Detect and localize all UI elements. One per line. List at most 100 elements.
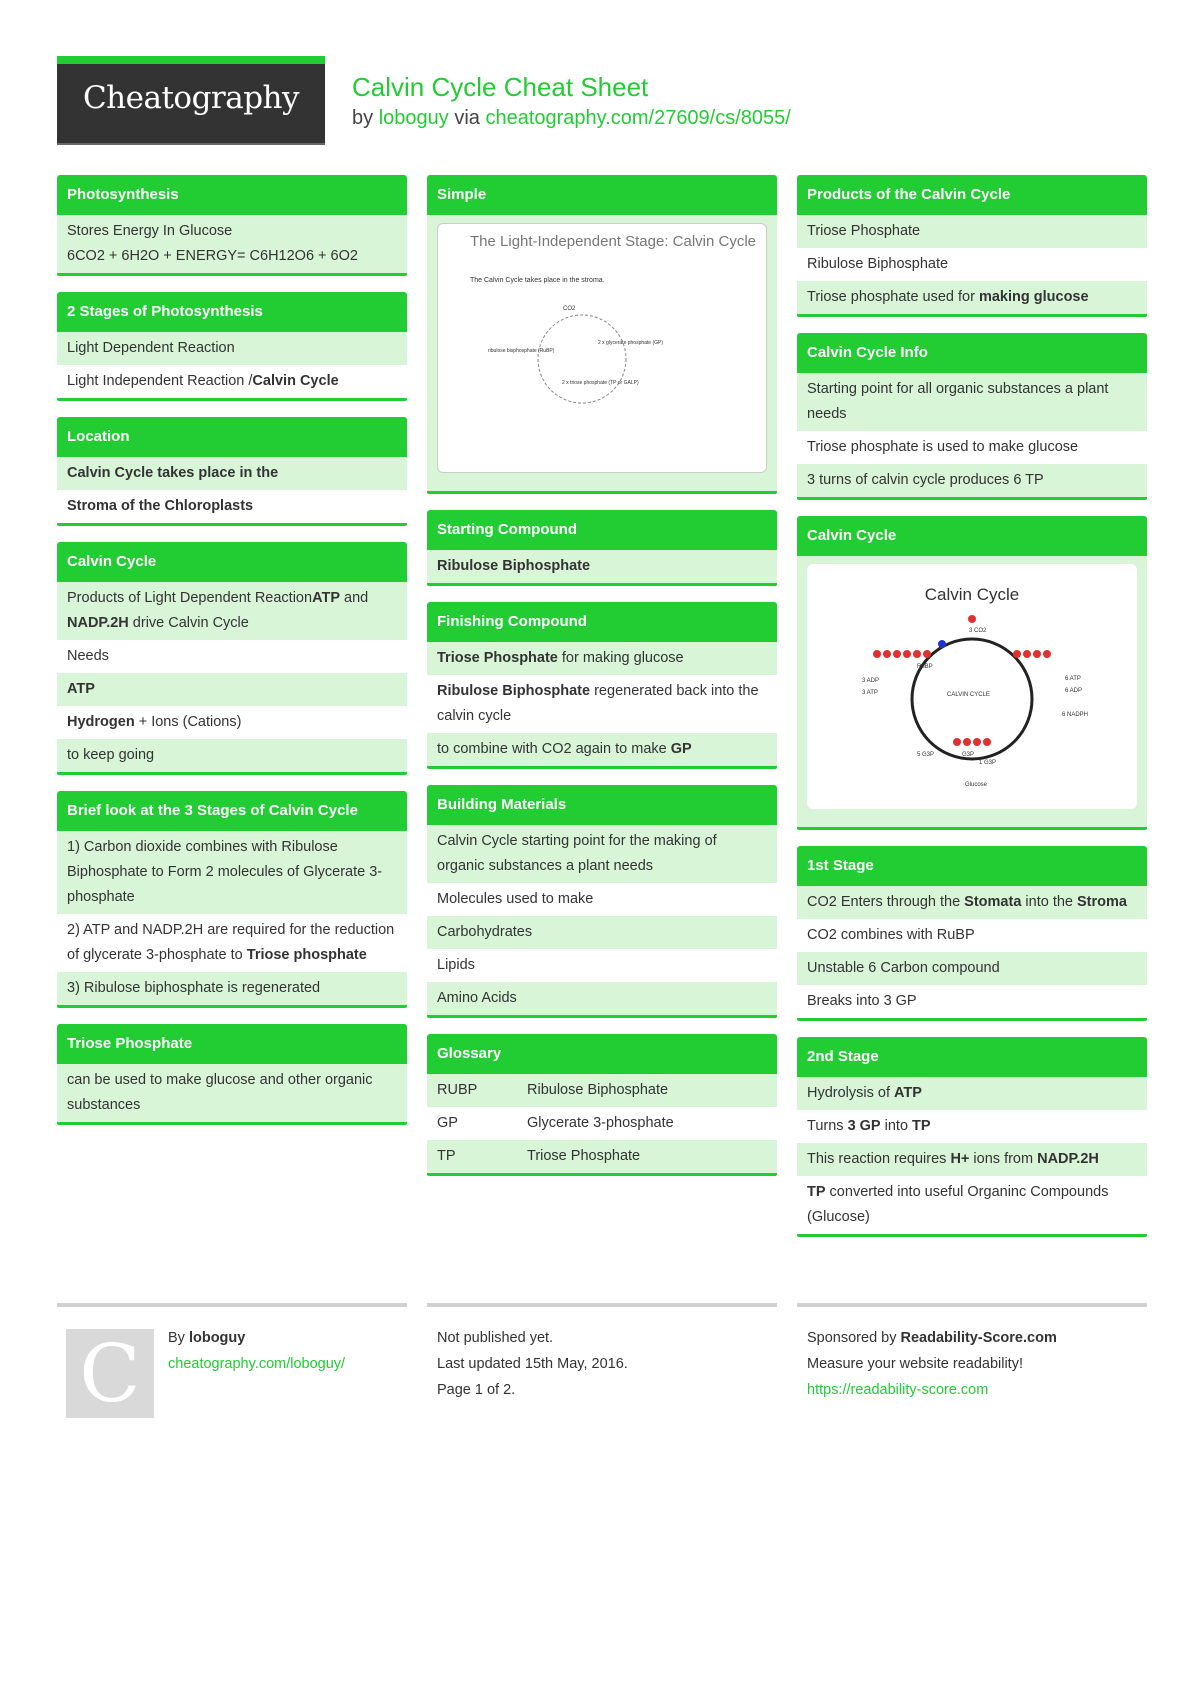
carbon-atom [903,650,911,658]
bold-text: ATP [312,590,340,606]
text: 3) Ribulose biphosphate is regenerated [67,980,321,996]
bold-text: 3 GP [847,1118,881,1134]
text: Triose phosphate used for [807,289,979,305]
text: Molecules used to make [437,891,594,907]
diagram-title: The Light-Independent Stage: Calvin Cycl… [470,233,756,250]
list-item: Stores Energy In Glucose 6CO2 + 6H2O + EN… [57,215,407,273]
cheatography-logo[interactable]: Cheatography [57,56,325,145]
row-line: Breaks into 3 GP [807,989,1137,1014]
footer-divider [57,1303,407,1307]
text: converted into useful Organinc Compounds… [807,1184,1109,1225]
cycle-label: 3 ADP [862,678,879,684]
carbon-atom [923,650,931,658]
list-item: CO2 combines with RuBP [797,919,1147,952]
section-glossary: Glossary RUBP Ribulose Biphosphate GP Glycer… [427,1034,777,1176]
section-2-stages-of-photosynthesis: 2 Stages of Photosynthesis Light Dependen… [57,292,407,401]
carbon-atom [1023,650,1031,658]
list-item: to keep going [57,739,407,772]
text: drive Calvin Cycle [128,615,249,631]
logo-text: Cheatography [82,80,300,116]
bold-text: H+ [950,1151,970,1167]
list-item: TP converted into useful Organinc Compou… [797,1176,1147,1234]
text: 3 turns of calvin cycle produces 6 TP [807,472,1044,488]
text: CO2 Enters through the [807,894,965,910]
list-item: 3 turns of calvin cycle produces 6 TP [797,464,1147,497]
list-item: Molecules used to make [427,883,777,916]
text: Carbohydrates [437,924,533,940]
footer-sponsor: Sponsored by Readability-Score.com Measu… [807,1325,1057,1403]
text: to keep going [67,747,155,763]
text: Hydrolysis of [807,1085,895,1101]
row-line: Ribulose Biphosphate [437,554,767,579]
section-photosynthesis: Photosynthesis Stores Energy In Glucose 6C… [57,175,407,276]
section-header: Triose Phosphate [57,1024,407,1064]
row-line: Hydrogen + Ions (Cations) [67,710,397,735]
row-line: Starting point for all organic substance… [807,377,1137,427]
rubisco-marker [938,640,946,648]
row-line: Unstable 6 Carbon compound [807,956,1137,981]
section-simple: Simple The Light-Independent Stage: Calvi… [427,175,777,494]
list-item: Lipids [427,949,777,982]
column-2: Simple The Light-Independent Stage: Calvi… [427,175,777,1192]
list-item: Breaks into 3 GP [797,985,1147,1018]
light-independent-stage-diagram: The Light-Independent Stage: Calvin Cycl… [470,233,756,404]
bold-text: Stomata [964,894,1022,910]
carbon-atom [968,615,976,623]
list-item: Light Independent Reaction /Calvin Cycle [57,365,407,398]
text: Stores Energy In Glucose [67,223,233,239]
section-header: Calvin Cycle [797,516,1147,556]
author-profile-link[interactable]: cheatography.com/loboguy/ [168,1356,345,1372]
diagram-caption: The Calvin Cycle takes place in the stro… [470,277,605,284]
section-image: Calvin Cycle 3 CO2 RuBP CALVIN CYCLE 6 ATP 6 … [797,556,1147,827]
list-item: Needs [57,640,407,673]
text: Light Dependent Reaction [67,340,235,356]
row-line: Calvin Cycle takes place in the [67,461,397,486]
text: Triose phosphate is used to make glucose [807,439,1079,455]
section-image: The Light-Independent Stage: Calvin Cycl… [427,215,777,491]
row-line: Calvin Cycle starting point for the maki… [437,829,767,879]
section-products-of-the-calvin-cycle: Products of the Calvin Cycle Triose Phosp… [797,175,1147,317]
row-line: Triose phosphate used for making glucose [807,285,1137,310]
sponsor-link[interactable]: https://readability-score.com [807,1382,988,1398]
section-header: Glossary [427,1034,777,1074]
footer-author: By loboguy cheatography.com/loboguy/ [168,1325,345,1377]
column-1: Photosynthesis Stores Energy In Glucose 6C… [57,175,407,1141]
author-name: loboguy [188,1330,246,1346]
cycle-circle [537,314,627,404]
row-line: Amino Acids [437,986,767,1011]
text: into [880,1118,913,1134]
list-item: Triose Phosphate for making glucose [427,642,777,675]
sheet-url-link[interactable]: cheatography.com/27609/cs/8055/ [485,107,790,129]
section-header: 2 Stages of Photosynthesis [57,292,407,332]
section-header: Building Materials [427,785,777,825]
text: 1) Carbon dioxide combines with Ribulose… [67,839,383,905]
sponsor-name: Readability-Score.com [900,1330,1057,1346]
text: Lipids [437,957,475,973]
row-line: Light Independent Reaction /Calvin Cycle [67,369,397,394]
bold-text: Ribulose Biphosphate [437,683,591,699]
list-item: Triose phosphate is used to make glucose [797,431,1147,464]
bold-text: NADP.2H [1037,1151,1099,1167]
page-number: Page 1 of 2. [437,1382,516,1398]
text: into the [1021,894,1078,910]
row-line: 1) Carbon dioxide combines with Ribulose… [67,835,397,910]
bold-text: TP [807,1184,826,1200]
bold-text: ATP [67,681,95,697]
row-line: 3 turns of calvin cycle produces 6 TP [807,468,1137,493]
list-item: Triose phosphate used for making glucose [797,281,1147,314]
bold-text: Stroma [1077,894,1127,910]
glossary-term: GP [437,1115,458,1131]
text: ions from [969,1151,1038,1167]
section-header: Location [57,417,407,457]
row-line: to combine with CO2 again to make GP [437,737,767,762]
section-calvin-cycle: Calvin Cycle Products of Light Dependent … [57,542,407,775]
section-header: Simple [427,175,777,215]
cycle-label: 6 ATP [1065,676,1081,682]
diagram-title: Calvin Cycle [925,585,1019,604]
section-brief-look-at-the-3-stages-of-calvin-cycle: Brief look at the 3 Stages of Calvin Cyc… [57,791,407,1008]
bold-text: TP [912,1118,931,1134]
author-link[interactable]: loboguy [379,107,449,129]
glossary-row: RUBP Ribulose Biphosphate [427,1074,777,1107]
list-item: Carbohydrates [427,916,777,949]
section-header: Calvin Cycle Info [797,333,1147,373]
